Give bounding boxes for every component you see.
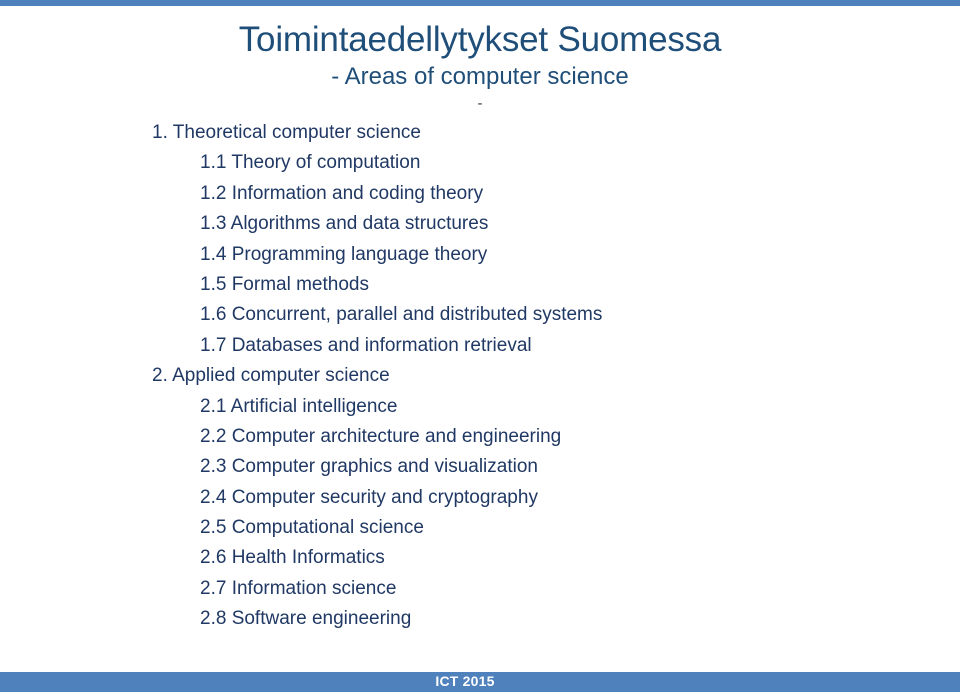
- outline-item: 2.5 Computational science: [200, 517, 424, 539]
- page-title: Toimintaedellytykset Suomessa: [238, 20, 722, 59]
- outline-item: 1.5 Formal methods: [200, 273, 369, 295]
- footer-label: ICT 2015: [435, 673, 495, 689]
- slide-canvas: Toimintaedellytykset Suomessa - Areas of…: [0, 0, 960, 692]
- footer-bar: ICT 2015: [0, 672, 960, 692]
- outline-item: 1. Theoretical computer science: [152, 122, 421, 143]
- outline-item: 2.8 Software engineering: [200, 608, 412, 630]
- outline-list: 1. Theoretical computer science 1.1 Theor…: [0, 118, 960, 635]
- outline-item: 1.3 Algorithms and data structures: [200, 213, 489, 235]
- outline-item: 1.1 Theory of computation: [200, 152, 421, 174]
- outline-item: 2.3 Computer graphics and visualization: [200, 456, 538, 478]
- outline-item: 1.6 Concurrent, parallel and distributed…: [200, 304, 603, 326]
- title-block: Toimintaedellytykset Suomessa - Areas of…: [0, 18, 960, 115]
- outline-item: 2. Applied computer science: [152, 365, 390, 387]
- page-subtitle: - Areas of computer science: [331, 63, 629, 90]
- outline-item: 1.2 Information and coding theory: [200, 182, 484, 204]
- outline-item: 2.4 Computer security and cryptography: [200, 486, 538, 508]
- outline-item: 1.4 Programming language theory: [200, 243, 488, 265]
- outline-item: 1.7 Databases and information retrieval: [200, 334, 532, 356]
- outline-item: 2.7 Information science: [200, 577, 397, 599]
- outline-item: 2.6 Health Informatics: [200, 547, 385, 569]
- page-subtitle-dash: -: [477, 95, 483, 112]
- top-accent-bar: [0, 0, 960, 6]
- outline-item: 2.2 Computer architecture and engineerin…: [200, 425, 562, 447]
- outline-item: 2.1 Artificial intelligence: [200, 395, 398, 417]
